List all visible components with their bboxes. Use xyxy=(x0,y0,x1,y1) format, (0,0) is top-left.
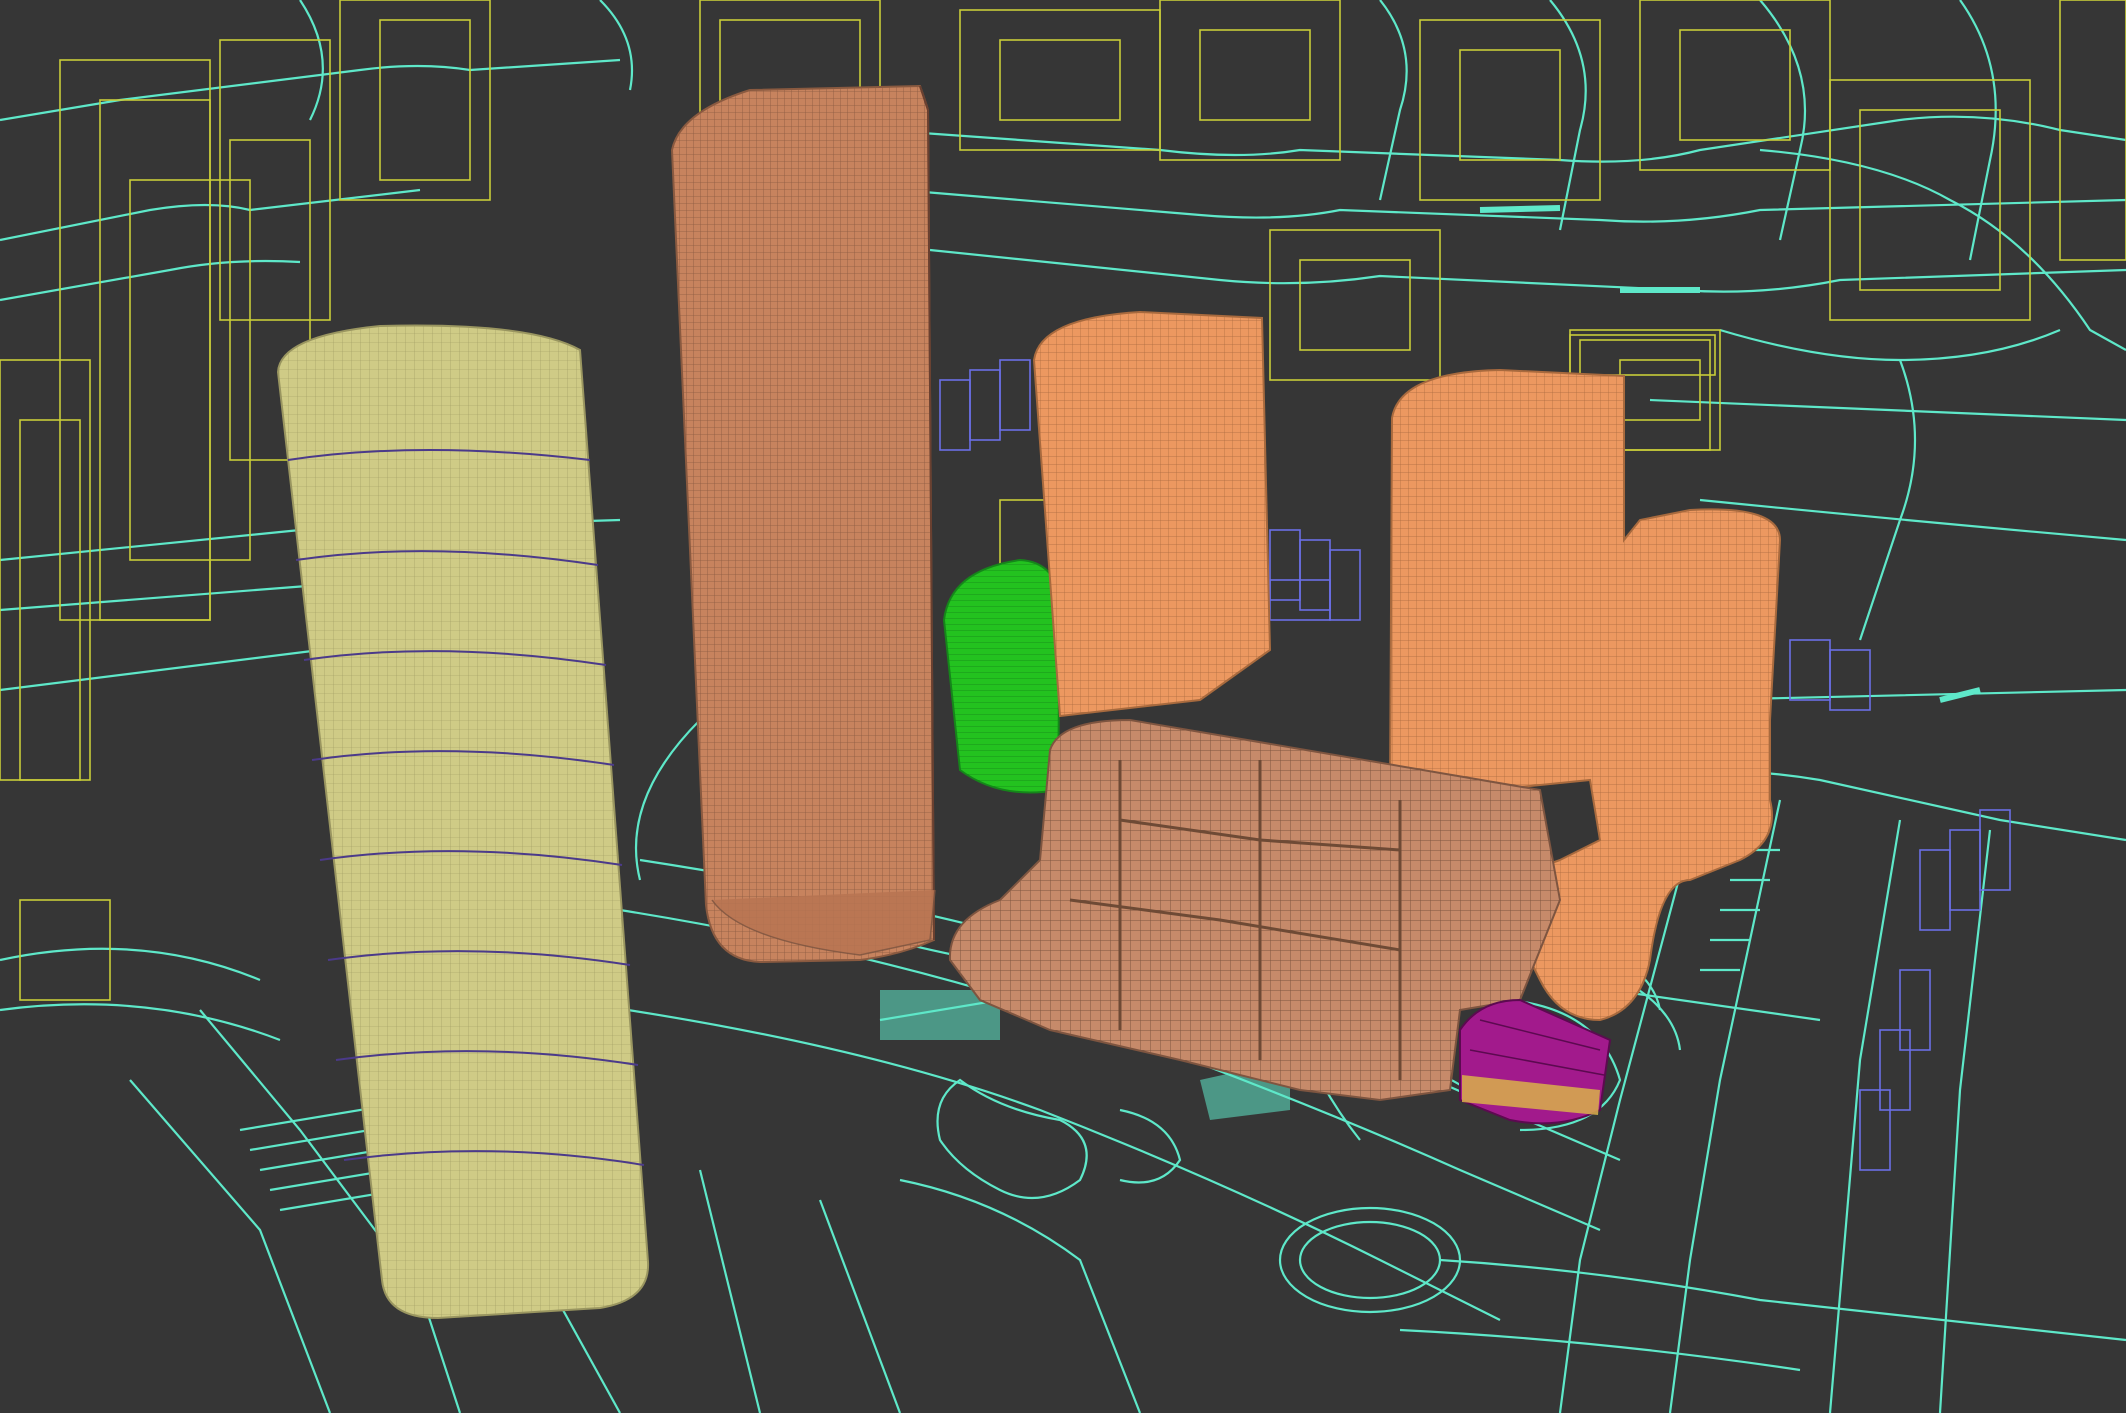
green-canopy xyxy=(942,558,1062,794)
scene-svg xyxy=(0,0,2126,1413)
orange-tower-middle xyxy=(1032,310,1272,718)
tall-salmon-tower xyxy=(670,84,936,964)
wireframe-viewport xyxy=(0,0,2126,1413)
